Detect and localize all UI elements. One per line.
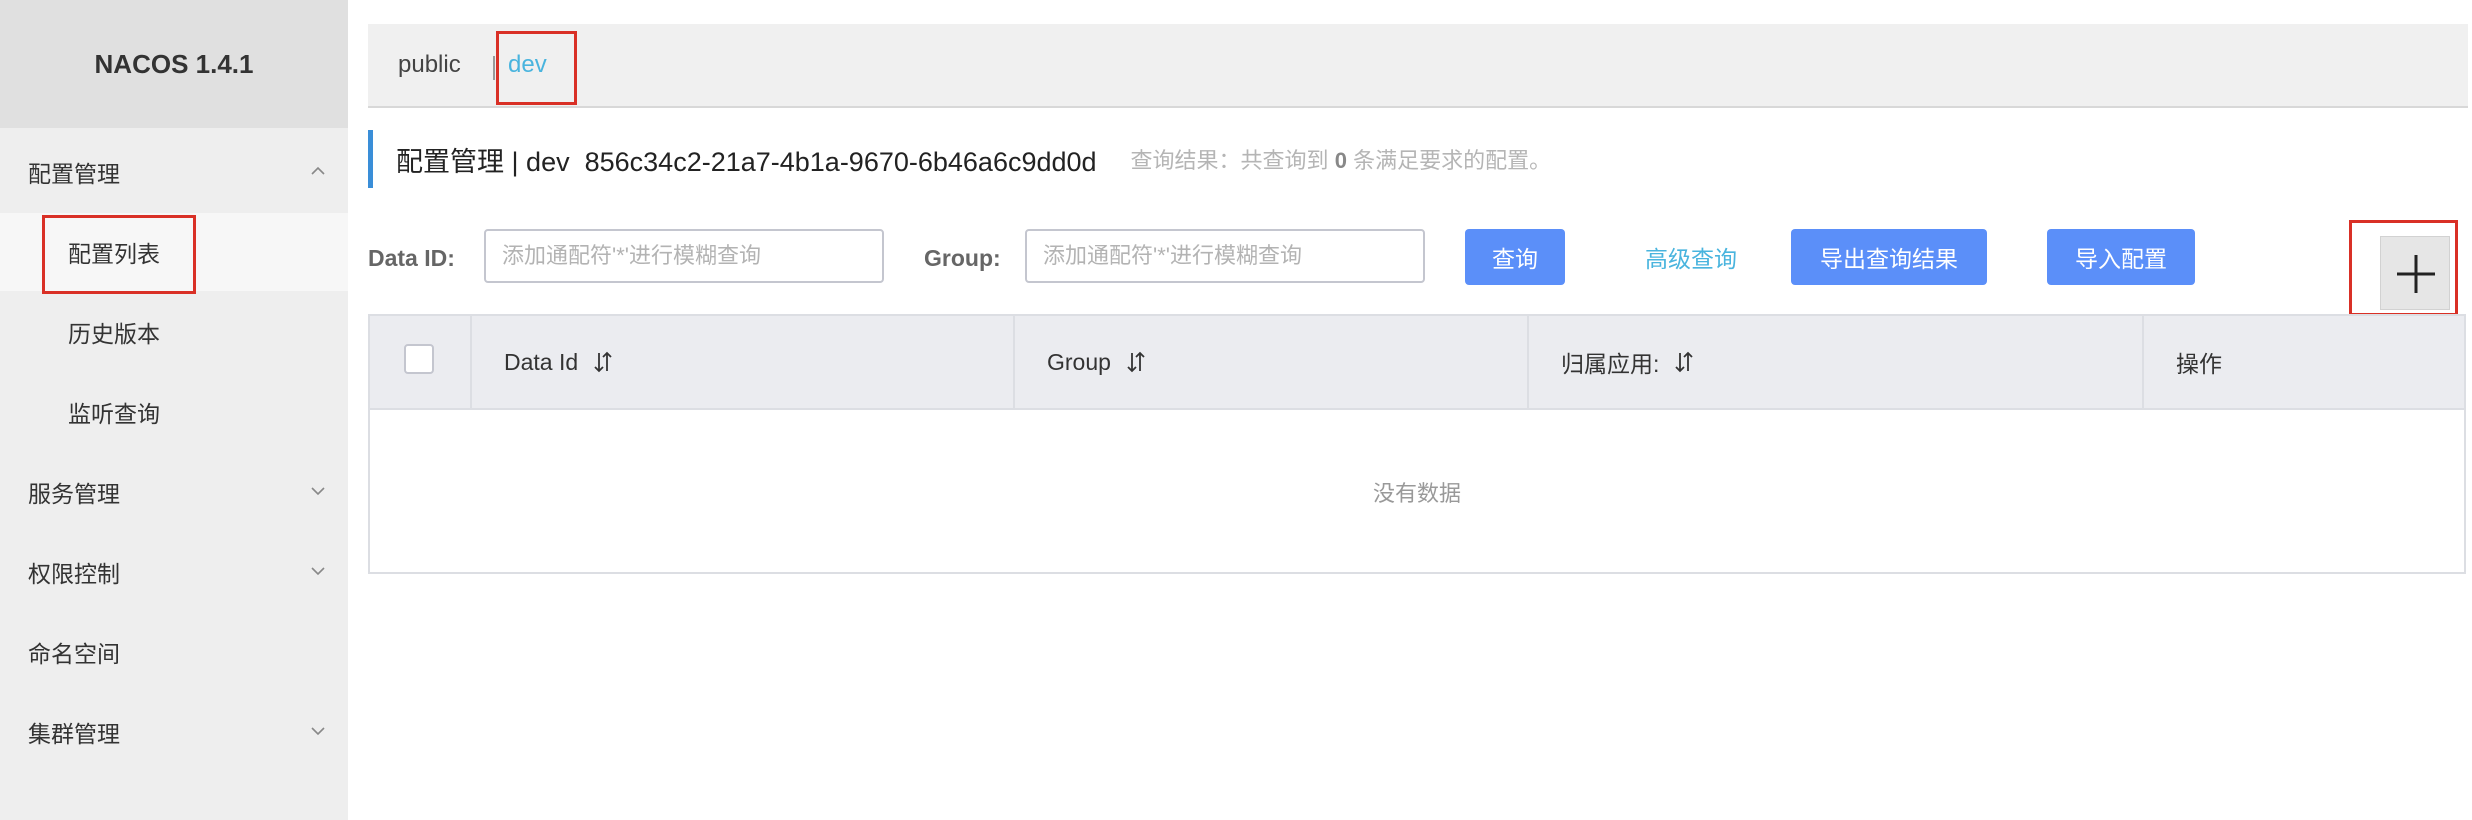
chevron-down-icon bbox=[311, 567, 325, 576]
query-result-summary: 查询结果：共查询到 0 条满足要求的配置。 bbox=[1130, 148, 1552, 173]
group-input[interactable] bbox=[1025, 229, 1425, 283]
column-header-group[interactable]: Group bbox=[1047, 316, 1147, 408]
namespace-tabbar: public dev bbox=[368, 24, 2468, 108]
sidebar-item-listener-query[interactable]: 监听查询 bbox=[0, 373, 348, 451]
column-divider bbox=[1527, 316, 1529, 408]
sidebar-item-label: 配置管理 bbox=[28, 161, 120, 187]
config-table: Data Id Group 归属应用: 操作 没有数据 bbox=[368, 314, 2466, 574]
sidebar: NACOS 1.4.1 配置管理 配置列表 历史版本 监听查询 服务管理 权限控… bbox=[0, 0, 348, 820]
result-count: 0 bbox=[1334, 148, 1347, 173]
empty-state-text: 没有数据 bbox=[1372, 481, 1461, 506]
sidebar-item-config-management[interactable]: 配置管理 bbox=[0, 133, 348, 211]
sidebar-item-label: 历史版本 bbox=[68, 321, 160, 347]
sidebar-item-label: 集群管理 bbox=[28, 721, 120, 747]
search-bar: Data ID: Group: 查询 高级查询 导出查询结果 导入配置 bbox=[368, 228, 2468, 288]
sidebar-item-namespace[interactable]: 命名空间 bbox=[0, 613, 348, 691]
column-label: Group bbox=[1047, 348, 1111, 375]
sidebar-item-label: 服务管理 bbox=[28, 481, 120, 507]
export-results-button[interactable]: 导出查询结果 bbox=[1791, 229, 1987, 285]
sidebar-item-access-control[interactable]: 权限控制 bbox=[0, 533, 348, 611]
page-title-bar: 配置管理 | dev 856c34c2-21a7-4b1a-9670-6b46a… bbox=[368, 130, 2468, 188]
sidebar-item-label: 权限控制 bbox=[28, 561, 120, 587]
brand-logo: NACOS 1.4.1 bbox=[0, 0, 348, 128]
column-divider bbox=[2142, 316, 2144, 408]
data-id-label: Data ID: bbox=[368, 244, 455, 271]
advanced-query-link[interactable]: 高级查询 bbox=[1645, 228, 1737, 286]
tab-public[interactable]: public bbox=[398, 24, 461, 106]
sidebar-item-label: 命名空间 bbox=[28, 641, 120, 667]
column-divider bbox=[470, 316, 472, 408]
table-header: Data Id Group 归属应用: 操作 bbox=[370, 316, 2464, 410]
chevron-up-icon bbox=[311, 166, 325, 175]
column-label: 操作 bbox=[2176, 351, 2222, 377]
column-divider bbox=[1013, 316, 1015, 408]
import-config-button[interactable]: 导入配置 bbox=[2047, 229, 2195, 285]
chevron-down-icon bbox=[311, 727, 325, 736]
page-title: 配置管理 | dev 856c34c2-21a7-4b1a-9670-6b46a… bbox=[396, 146, 1097, 177]
tab-separator bbox=[493, 56, 495, 80]
column-header-actions: 操作 bbox=[2176, 316, 2222, 408]
group-label: Group: bbox=[924, 244, 1001, 271]
column-header-app[interactable]: 归属应用: bbox=[1561, 316, 1695, 408]
column-label: Data Id bbox=[504, 348, 579, 375]
select-all-checkbox[interactable] bbox=[404, 344, 434, 374]
sort-icon bbox=[1675, 351, 1694, 373]
sidebar-item-cluster-management[interactable]: 集群管理 bbox=[0, 693, 348, 771]
sidebar-item-service-management[interactable]: 服务管理 bbox=[0, 453, 348, 531]
sort-icon bbox=[1127, 351, 1145, 373]
highlight-box-dev-tab bbox=[496, 31, 577, 105]
namespace-id: 856c34c2-21a7-4b1a-9670-6b46a6c9dd0d bbox=[584, 146, 1097, 177]
data-id-input[interactable] bbox=[484, 229, 884, 283]
sort-icon bbox=[594, 351, 612, 373]
sidebar-item-history[interactable]: 历史版本 bbox=[0, 293, 348, 371]
highlight-box-config-list bbox=[42, 215, 196, 294]
query-button[interactable]: 查询 bbox=[1465, 229, 1565, 285]
highlight-box-add-button bbox=[2349, 220, 2458, 316]
chevron-down-icon bbox=[311, 487, 325, 496]
column-label: 归属应用: bbox=[1561, 351, 1660, 377]
column-header-data-id[interactable]: Data Id bbox=[504, 316, 614, 408]
sidebar-item-label: 监听查询 bbox=[68, 401, 160, 427]
